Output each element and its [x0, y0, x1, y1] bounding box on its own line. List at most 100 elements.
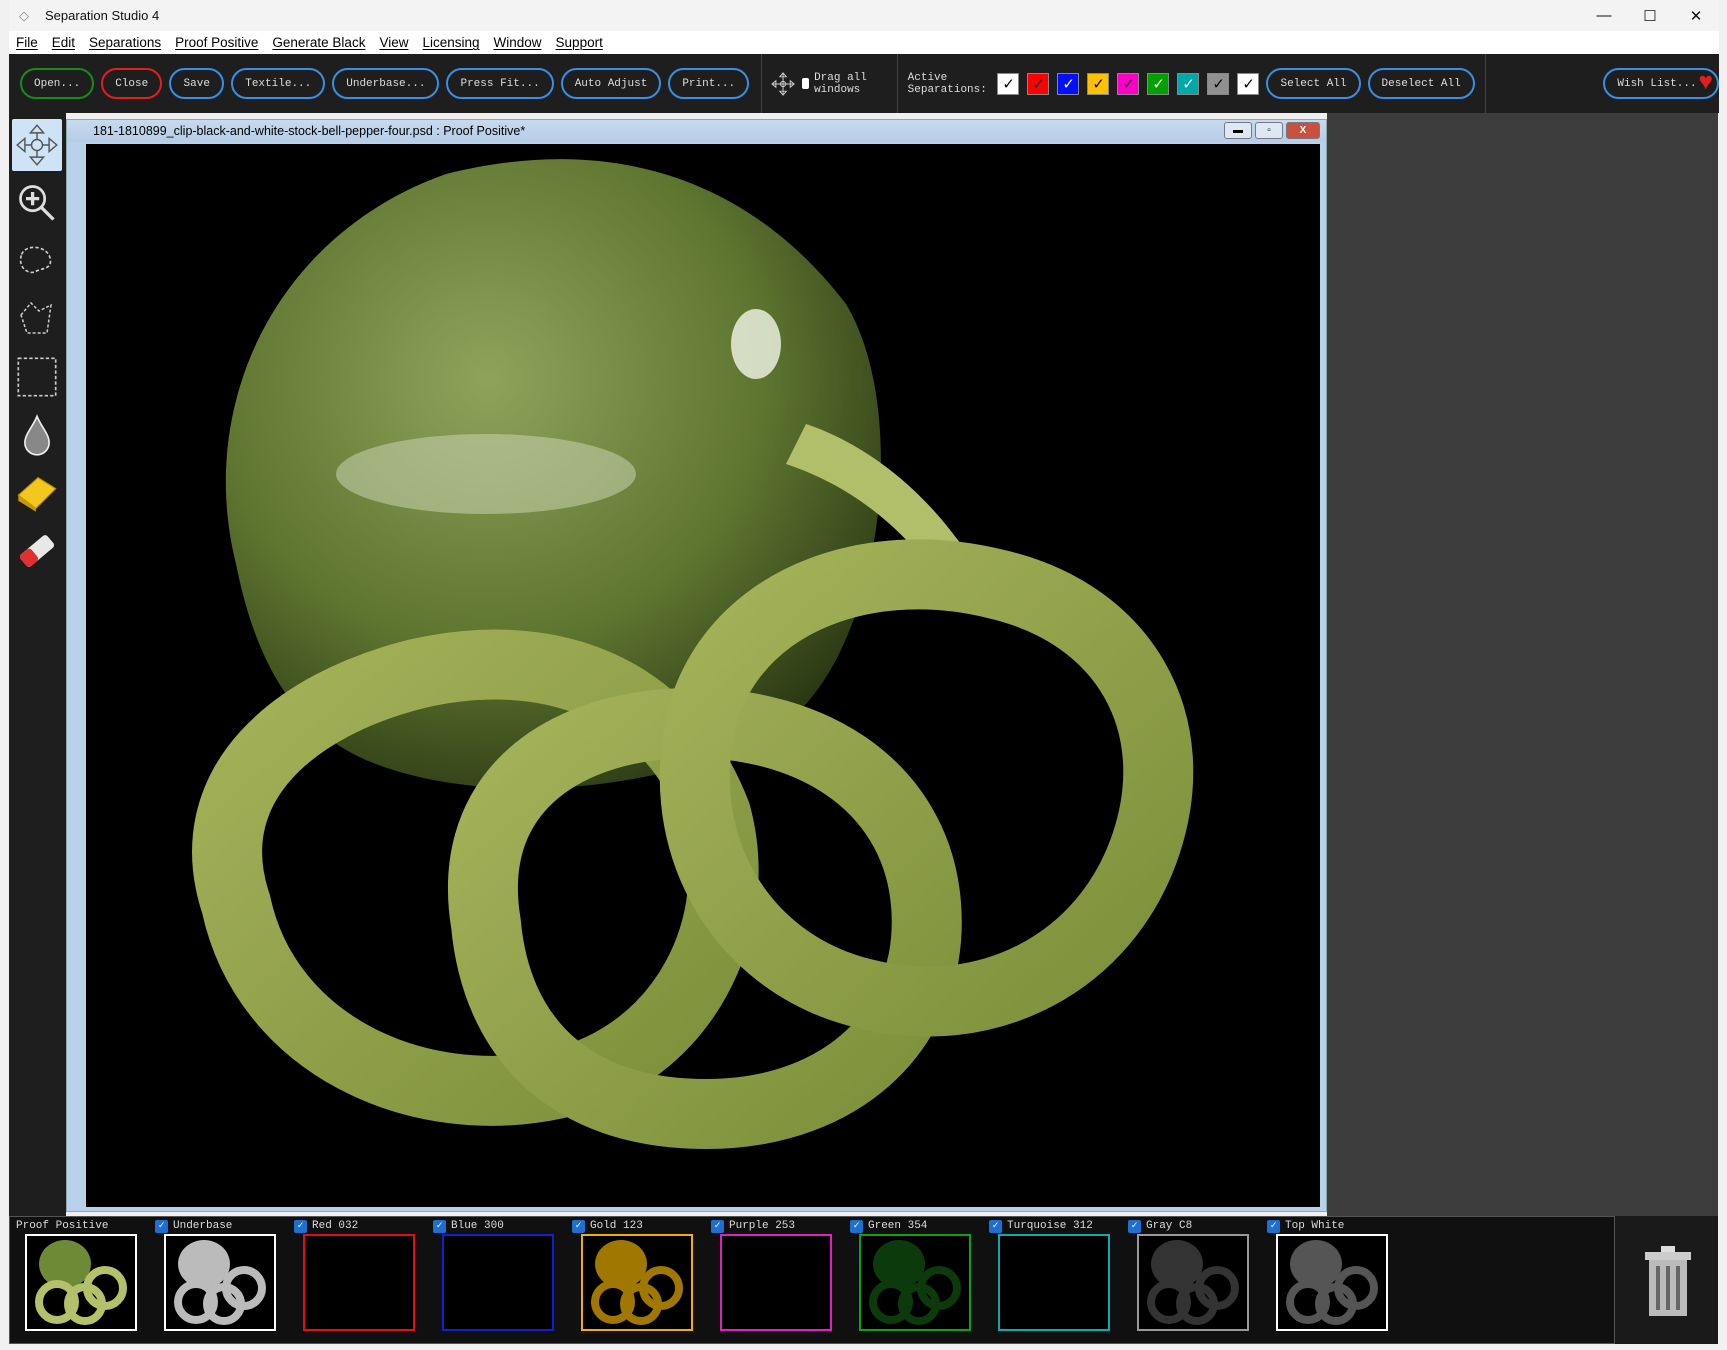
- move-tool[interactable]: [12, 119, 62, 171]
- eraser-tool[interactable]: [12, 525, 62, 577]
- separation-visible-checkbox[interactable]: ✓: [155, 1219, 168, 1233]
- separation-visible-checkbox[interactable]: ✓: [572, 1219, 585, 1233]
- separation-toggle-checkbox[interactable]: ✓: [1177, 72, 1200, 95]
- toolbar-button-print[interactable]: Print...: [668, 68, 750, 99]
- eraser-icon: [19, 535, 55, 567]
- menu-view[interactable]: View: [379, 35, 408, 50]
- separation-name: Turquoise 312: [1007, 1220, 1093, 1232]
- separation-name: Proof Positive: [16, 1220, 109, 1232]
- separation-thumbnail[interactable]: [442, 1234, 554, 1331]
- separation-thumbnail[interactable]: [25, 1234, 137, 1331]
- menu-edit[interactable]: Edit: [52, 35, 75, 50]
- sponge-tool[interactable]: [12, 467, 62, 519]
- separation-visible-checkbox[interactable]: ✓: [1128, 1219, 1141, 1233]
- menu-window[interactable]: Window: [494, 35, 542, 50]
- separation-name: Gray C8: [1146, 1220, 1193, 1232]
- dropper-tool[interactable]: [12, 409, 62, 461]
- separation-visible-checkbox[interactable]: ✓: [1267, 1219, 1280, 1233]
- separation-item: ✓ Turquoise 312: [983, 1217, 1122, 1331]
- separations-strip: Proof Positive ✓ Underbase ✓ Red 032 ✓ Blue 30…: [9, 1216, 1615, 1344]
- toolbar-button-underbase[interactable]: Underbase...: [332, 68, 440, 99]
- separation-toggle-checkbox[interactable]: ✓: [1117, 72, 1140, 95]
- separation-name: Top White: [1285, 1220, 1345, 1232]
- heart-icon: ♥: [1698, 70, 1713, 97]
- toolbar-button-textile[interactable]: Textile...: [231, 68, 326, 99]
- deselect-all-button[interactable]: Deselect All: [1367, 68, 1475, 99]
- close-window-button[interactable]: ✕: [1673, 0, 1719, 31]
- separation-visible-checkbox[interactable]: ✓: [989, 1219, 1002, 1233]
- maximize-button[interactable]: ☐: [1627, 0, 1673, 31]
- app-icon: ◇: [19, 7, 29, 23]
- separation-thumbnail[interactable]: [998, 1234, 1110, 1331]
- separation-name: Green 354: [868, 1220, 928, 1232]
- polygon-lasso-icon: [20, 301, 52, 334]
- separation-thumbnail[interactable]: [303, 1234, 415, 1331]
- separation-visible-checkbox[interactable]: ✓: [850, 1219, 863, 1233]
- toolbar-button-press-fit[interactable]: Press Fit...: [446, 68, 554, 99]
- menu-generate-black[interactable]: Generate Black: [272, 35, 365, 50]
- menu-bar: File Edit Separations Proof Positive Generat…: [9, 31, 1719, 54]
- toolbar-button-close[interactable]: Close: [101, 68, 163, 99]
- separation-visible-checkbox[interactable]: ✓: [433, 1219, 446, 1233]
- toolbox: [9, 113, 66, 1216]
- separation-thumbnail[interactable]: [1137, 1234, 1249, 1331]
- drag-all-windows-label: Drag all windows: [814, 71, 867, 96]
- divider: [761, 54, 762, 113]
- wish-list-button[interactable]: Wish List... ♥: [1603, 68, 1719, 99]
- document-title: 181-1810899_clip-black-and-white-stock-b…: [93, 124, 526, 138]
- rect-select-tool[interactable]: [12, 351, 62, 403]
- zoom-tool[interactable]: [12, 177, 62, 229]
- separation-toggle-checkbox[interactable]: ✓: [1147, 72, 1170, 95]
- separation-item: ✓ Top White: [1261, 1217, 1400, 1331]
- separation-visible-checkbox[interactable]: ✓: [711, 1219, 724, 1233]
- toolbar-button-auto-adjust[interactable]: Auto Adjust: [560, 68, 662, 99]
- drag-all-windows-checkbox[interactable]: [801, 78, 810, 89]
- separation-thumbnail[interactable]: [859, 1234, 971, 1331]
- menu-separations[interactable]: Separations: [89, 35, 161, 50]
- separation-toggle-checkbox[interactable]: ✓: [1027, 72, 1050, 95]
- separation-item: ✓ Purple 253: [705, 1217, 844, 1331]
- doc-minimize-button[interactable]: ▬: [1224, 122, 1252, 139]
- lasso-tool[interactable]: [12, 235, 62, 287]
- trash-area: [1615, 1216, 1718, 1344]
- select-all-button[interactable]: Select All: [1266, 68, 1361, 99]
- separation-toggle-checkbox[interactable]: ✓: [1057, 72, 1080, 95]
- separation-name: Gold 123: [590, 1220, 643, 1232]
- separation-thumbnail[interactable]: [1276, 1234, 1388, 1331]
- app-titlebar: ◇ Separation Studio 4 — ☐ ✕: [9, 0, 1719, 31]
- separation-toggle-checkbox[interactable]: ✓: [1087, 72, 1110, 95]
- water-drop-icon: [24, 414, 50, 456]
- menu-support[interactable]: Support: [556, 35, 603, 50]
- separation-name: Purple 253: [729, 1220, 796, 1232]
- separation-item: Proof Positive: [10, 1217, 149, 1331]
- pepper-image: [192, 159, 1194, 1150]
- rect-select-icon: [17, 357, 57, 397]
- image-canvas[interactable]: [86, 144, 1320, 1207]
- separation-toggle-checkbox[interactable]: ✓: [1207, 72, 1230, 95]
- doc-restore-button[interactable]: ▫: [1255, 122, 1283, 139]
- divider: [896, 54, 898, 113]
- separation-thumbnail[interactable]: [581, 1234, 693, 1331]
- polygon-lasso-tool[interactable]: [12, 293, 62, 345]
- separation-toggle-checkbox[interactable]: ✓: [997, 72, 1020, 95]
- menu-licensing[interactable]: Licensing: [422, 35, 479, 50]
- separation-toggle-checkbox[interactable]: ✓: [1237, 72, 1260, 95]
- workspace-background: [1327, 113, 1718, 1216]
- trash-icon[interactable]: [1643, 1246, 1693, 1318]
- doc-close-button[interactable]: X: [1286, 122, 1320, 139]
- menu-proof-positive[interactable]: Proof Positive: [175, 35, 258, 50]
- document-window: 181-1810899_clip-black-and-white-stock-b…: [66, 119, 1327, 1212]
- separation-visible-checkbox[interactable]: ✓: [294, 1219, 307, 1233]
- separation-thumbnail[interactable]: [720, 1234, 832, 1331]
- toolbar-button-open[interactable]: Open...: [20, 68, 95, 99]
- move-arrows-icon[interactable]: [770, 64, 796, 104]
- menu-file[interactable]: File: [16, 35, 38, 50]
- separation-thumbnail[interactable]: [164, 1234, 276, 1331]
- separation-item: ✓ Blue 300: [427, 1217, 566, 1331]
- document-titlebar[interactable]: 181-1810899_clip-black-and-white-stock-b…: [67, 120, 1326, 142]
- active-separations-label: Active Separations:: [907, 71, 987, 96]
- move-icon: [16, 124, 58, 166]
- sponge-icon: [17, 476, 57, 512]
- minimize-button[interactable]: —: [1581, 0, 1627, 31]
- toolbar-button-save[interactable]: Save: [169, 68, 225, 99]
